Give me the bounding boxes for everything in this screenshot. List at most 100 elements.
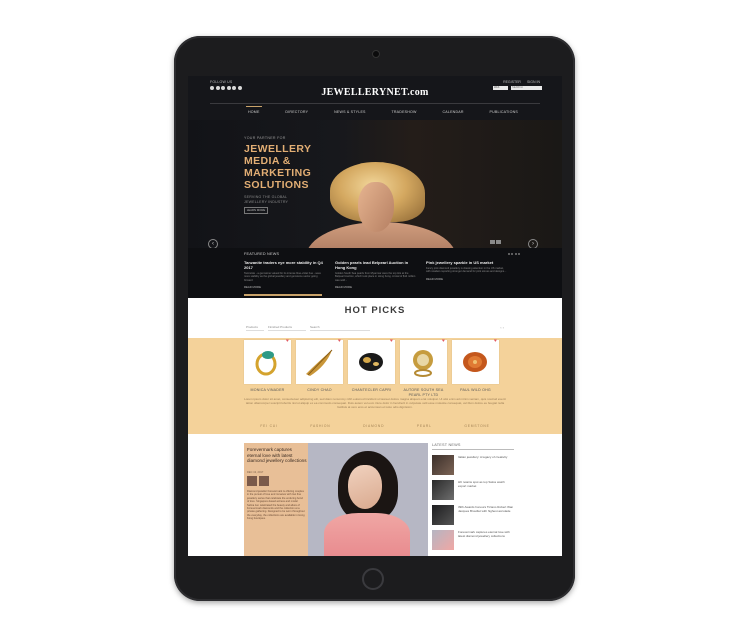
latest-news-item[interactable]: HK retains spot as top Swiss watch expor…	[432, 480, 514, 500]
hero-pager-button[interactable]	[490, 240, 495, 244]
heart-icon[interactable]: ♥	[390, 338, 393, 344]
category-pearl[interactable]: PEARL	[417, 424, 432, 428]
product-name[interactable]: CINDY CHAO	[296, 388, 343, 393]
product-name[interactable]: CHANTECLER CAPRI	[348, 388, 395, 393]
latest-news-item[interactable]: 39th Awards honours Tiziano Robert Wan J…	[432, 505, 514, 525]
product-image[interactable]: ♥	[348, 338, 395, 384]
heart-icon[interactable]: ♥	[442, 338, 445, 344]
pager-dot[interactable]	[518, 253, 520, 255]
feather-brooch-icon	[306, 349, 333, 376]
feature-story-body: Diamond jeweller Forevermark is offering…	[247, 490, 305, 521]
product-card[interactable]: ♥ CINDY CHAO	[296, 338, 343, 397]
latest-news-thumbnail[interactable]	[432, 505, 454, 525]
product-name[interactable]: AUTORE SOUTH SEA PEARL PTY LTD	[400, 388, 447, 397]
category-fashion[interactable]: FASHION	[310, 424, 330, 428]
feature-story[interactable]: Forevermark captures eternal love with l…	[244, 443, 428, 556]
product-image[interactable]: ♥	[296, 338, 343, 384]
read-more-link[interactable]: READ MORE	[426, 277, 508, 281]
feature-story-title[interactable]: Forevermark captures eternal love with l…	[247, 447, 307, 464]
featured-news-dots	[507, 253, 520, 255]
nav-item-tradeshow[interactable]: TRADESHOW	[391, 110, 416, 114]
website-screen: FOLLOW US JEWELLERYNET.com REGISTER SIGN…	[188, 76, 562, 556]
hero-headline-line: MARKETING	[244, 167, 312, 179]
pager-dot[interactable]	[507, 253, 510, 255]
nav-item-news-styles[interactable]: NEWS & STYLES	[334, 110, 366, 114]
category-diamond[interactable]: DIAMOND	[363, 424, 384, 428]
featured-news-body: Tanzanite - a gemstone valued for its in…	[244, 272, 321, 282]
search-input[interactable]: SEARCH	[511, 86, 542, 90]
latest-news-title[interactable]: Forevermark captures eternal love with l…	[458, 530, 514, 550]
hero-pager-button[interactable]	[496, 240, 501, 244]
nav-item-publications[interactable]: PUBLICATIONS	[489, 110, 518, 114]
hot-picks-products: ♥ MONICA VINADER ♥ CINDY CHAO ♥ CHANTECL…	[244, 338, 499, 397]
home-button[interactable]	[362, 568, 384, 590]
product-card[interactable]: ♥ PAUL WILD OHG	[452, 338, 499, 397]
hero-headline-line: JEWELLERY	[244, 143, 312, 155]
product-card[interactable]: ♥ AUTORE SOUTH SEA PEARL PTY LTD	[400, 338, 447, 397]
hero-tagline: YOUR PARTNER FOR	[244, 136, 286, 140]
latest-news-title[interactable]: Italian jewellery: A legacy of creativit…	[458, 455, 507, 475]
featured-news-body: Golden South Sea pearls from Myanmar wer…	[335, 272, 416, 282]
featured-news-section: FEATURED NEWS Tanzanite traders eye more…	[188, 248, 562, 298]
latest-news-item[interactable]: Italian jewellery: A legacy of creativit…	[432, 455, 514, 475]
feature-story-thumbnails	[247, 476, 269, 486]
nav-item-calendar[interactable]: CALENDAR	[442, 110, 463, 114]
product-card[interactable]: ♥ CHANTECLER CAPRI	[348, 338, 395, 397]
featured-news-item[interactable]: Golden pearls lead Belpearl Auction in H…	[335, 260, 417, 289]
read-more-link[interactable]: READ MORE	[335, 285, 417, 289]
latest-news-item[interactable]: Forevermark captures eternal love with l…	[432, 530, 514, 550]
filter-finished-products-select[interactable]: Finished Products	[268, 325, 306, 331]
latest-news: LATEST NEWS Italian jewellery: A legacy …	[432, 443, 514, 550]
product-image[interactable]: ♥	[244, 338, 291, 384]
featured-news-item[interactable]: Tanzanite traders eye more stability in …	[244, 260, 326, 289]
latest-news-thumbnail[interactable]	[432, 455, 454, 475]
featured-news-title[interactable]: Tanzanite traders eye more stability in …	[244, 260, 326, 270]
feature-story-date: DEC 13, 2017	[247, 471, 264, 474]
pager-dot[interactable]	[511, 253, 513, 255]
nav-item-home[interactable]: HOME	[246, 106, 262, 114]
product-card[interactable]: ♥ MONICA VINADER	[244, 338, 291, 397]
filter-search-input[interactable]: Search	[310, 325, 370, 331]
black-ring-icon	[359, 353, 383, 371]
pager-dot[interactable]	[514, 253, 517, 255]
nav-item-directory[interactable]: DIRECTORY	[285, 110, 308, 114]
product-name[interactable]: PAUL WILD OHG	[452, 388, 499, 393]
pearl-ring-icon	[413, 350, 433, 377]
latest-news-thumbnail[interactable]	[432, 530, 454, 550]
pager-arrows-icon[interactable]: ‹ ›	[500, 325, 504, 330]
category-gemstone[interactable]: GEMSTONE	[464, 424, 489, 428]
hero-headline: JEWELLERY MEDIA & MARKETING SOLUTIONS	[244, 143, 334, 191]
product-image[interactable]: ♥	[452, 338, 499, 384]
hot-picks-filters: Products Finished Products Search	[246, 325, 370, 331]
hero-subline-text: JEWELLERY INDUSTRY	[244, 200, 289, 204]
latest-news-thumbnail[interactable]	[432, 480, 454, 500]
product-image[interactable]: ♥	[400, 338, 447, 384]
hot-picks-description: Lorem ipsum dolor sit amet, consectetuer…	[244, 397, 506, 409]
heart-icon[interactable]: ♥	[338, 338, 341, 344]
latest-news-title[interactable]: 39th Awards honours Tiziano Robert Wan J…	[458, 505, 514, 525]
filter-products-select[interactable]: Products	[246, 325, 264, 331]
site-header: FOLLOW US JEWELLERYNET.com REGISTER SIGN…	[188, 76, 562, 298]
register-link[interactable]: REGISTER	[503, 80, 521, 84]
follow-us-label: FOLLOW US	[210, 80, 233, 84]
featured-news-item[interactable]: Pink jewellery sparkle in US market Fanc…	[426, 260, 508, 281]
read-more-link[interactable]: READ MORE	[244, 285, 326, 289]
feature-model-face	[348, 465, 382, 509]
thumbnail-image[interactable]	[259, 476, 269, 486]
main-nav: HOME DIRECTORY NEWS & STYLES TRADESHOW C…	[246, 106, 518, 114]
learn-more-button[interactable]: LEARN MORE	[244, 207, 268, 214]
featured-news-title[interactable]: Pink jewellery sparkle in US market	[426, 260, 508, 265]
product-name[interactable]: MONICA VINADER	[244, 388, 291, 393]
category-links: FEI CUI FASHION DIAMOND PEARL GEMSTONE	[244, 424, 506, 428]
heart-icon[interactable]: ♥	[494, 338, 497, 344]
featured-news-title[interactable]: Golden pearls lead Belpearl Auction in H…	[335, 260, 417, 270]
feature-model-image	[324, 513, 410, 556]
search-scope-select[interactable]: Web	[493, 86, 508, 90]
latest-news-title[interactable]: HK retains spot as top Swiss watch expor…	[458, 480, 514, 500]
thumbnail-image[interactable]	[247, 476, 257, 486]
featured-news-label: FEATURED NEWS	[244, 252, 280, 256]
signin-link[interactable]: SIGN IN	[527, 80, 540, 84]
category-fei-cui[interactable]: FEI CUI	[260, 424, 277, 428]
heart-icon[interactable]: ♥	[286, 338, 289, 344]
hero-headline-line: SOLUTIONS	[244, 179, 309, 191]
